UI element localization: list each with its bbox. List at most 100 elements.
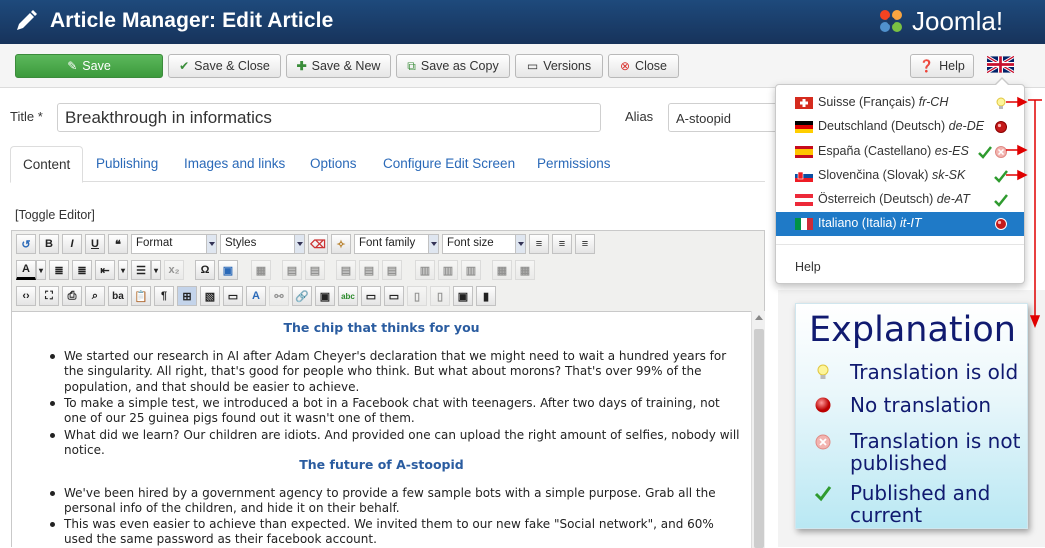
close-button[interactable]: ⊗ Close	[608, 54, 679, 78]
font-family-select[interactable]: Font family	[354, 234, 439, 254]
versions-label: Versions	[543, 59, 592, 73]
text-color-icon[interactable]: A	[16, 260, 36, 280]
scroll-up-icon[interactable]	[755, 315, 763, 320]
align-right-icon[interactable]: ≡	[575, 234, 595, 254]
row-delete-icon[interactable]: ▤	[359, 260, 379, 280]
pilcrow-icon[interactable]: ¶	[154, 286, 174, 306]
editor-scrollbar[interactable]	[751, 311, 765, 548]
row-before-icon[interactable]: ▤	[282, 260, 302, 280]
save-new-button[interactable]: ✚ Save & New	[286, 54, 391, 78]
bullet-list-dropdown-icon[interactable]: ▾	[151, 260, 161, 280]
language-code: sk-SK	[931, 168, 966, 182]
video-icon[interactable]: ▮	[476, 286, 496, 306]
row-after-icon[interactable]: ▤	[305, 260, 325, 280]
hr-icon[interactable]: ▭	[361, 286, 381, 306]
copy-icon: ⧉	[407, 59, 416, 73]
format-select-label: Format	[136, 237, 173, 249]
tab-options[interactable]: Options	[298, 146, 369, 182]
save-copy-button[interactable]: ⧉ Save as Copy	[396, 54, 510, 78]
cleanup-broom-icon[interactable]: ✧	[331, 234, 351, 254]
tab-publishing[interactable]: Publishing	[84, 146, 170, 182]
tab-configure-edit-screen[interactable]: Configure Edit Screen	[371, 146, 527, 182]
versions-button[interactable]: ▭ Versions	[515, 54, 603, 78]
insert-media-icon[interactable]: ▣	[453, 286, 473, 306]
image-icon[interactable]: ▣	[315, 286, 335, 306]
save-new-label: Save & New	[311, 59, 381, 73]
paste-icon[interactable]: 📋	[131, 286, 151, 306]
table-delete-icon[interactable]: ▦	[251, 260, 271, 280]
format-select[interactable]: Format	[131, 234, 217, 254]
styles-select[interactable]: Styles	[220, 234, 305, 254]
unlink-icon[interactable]: ⚯	[269, 286, 289, 306]
print-icon[interactable]: ⎙	[62, 286, 82, 306]
tab-content[interactable]: Content	[10, 146, 84, 183]
language-item-de-at[interactable]: Österreich (Deutsch) de-AT	[776, 188, 1024, 212]
replace-icon[interactable]: ba	[108, 286, 128, 306]
text-color-dropdown-icon[interactable]: ▾	[36, 260, 46, 280]
language-item-de-de[interactable]: Deutschland (Deutsch) de-DE	[776, 115, 1024, 139]
save-close-button[interactable]: ✔ Save & Close	[168, 54, 281, 78]
dropdown-help-link[interactable]: Help	[795, 260, 821, 274]
insert-image-icon[interactable]: ▣	[218, 260, 238, 280]
fullscreen-icon[interactable]: ⛶	[39, 286, 59, 306]
blockquote-icon[interactable]: ❝	[108, 234, 128, 254]
language-switcher-flag-icon[interactable]	[987, 56, 1014, 73]
language-item-sk-sk[interactable]: Slovenčina (Slovak) sk-SK	[776, 164, 1024, 188]
abbr-icon[interactable]: ▯	[430, 286, 450, 306]
outdent-icon[interactable]: ⇤	[95, 260, 115, 280]
language-item-fr-ch[interactable]: Suisse (Français) fr-CH	[776, 91, 1024, 115]
iframe-icon[interactable]: ▭	[384, 286, 404, 306]
scroll-thumb[interactable]	[754, 329, 764, 548]
tab-permissions[interactable]: Permissions	[525, 146, 623, 182]
insert-layer-icon[interactable]: ▭	[223, 286, 243, 306]
explanation-item-published: Published and current	[850, 481, 991, 527]
visual-aid-icon[interactable]: ⊞	[177, 286, 197, 306]
tab-images-links[interactable]: Images and links	[172, 146, 297, 182]
italic-icon[interactable]: I	[62, 234, 82, 254]
language-item-it-it[interactable]: Italiano (Italia) it-IT	[776, 212, 1024, 236]
subscript-icon[interactable]: x₂	[164, 260, 184, 280]
template-icon[interactable]: ▧	[200, 286, 220, 306]
link-icon[interactable]: 🔗	[292, 286, 312, 306]
check-icon: ✔	[179, 59, 190, 73]
save-button[interactable]: ✎ Save	[15, 54, 163, 78]
font-size-select[interactable]: Font size	[442, 234, 526, 254]
eraser-icon[interactable]: ⌫	[308, 234, 328, 254]
spellcheck-icon[interactable]: abc	[338, 286, 358, 306]
language-item-es-es[interactable]: España (Castellano) es-ES	[776, 140, 1024, 164]
merge-cells-icon[interactable]: ▦	[515, 260, 535, 280]
align-center-icon[interactable]: ≡	[552, 234, 572, 254]
col-delete-icon[interactable]: ▥	[461, 260, 481, 280]
underline-icon[interactable]: U	[85, 234, 105, 254]
cite-icon[interactable]: ▯	[407, 286, 427, 306]
help-label: Help	[939, 59, 965, 73]
toggle-editor-link[interactable]: [Toggle Editor]	[15, 208, 95, 222]
bulb-icon	[817, 364, 829, 379]
special-char-icon[interactable]: Ω	[195, 260, 215, 280]
row-insert-icon[interactable]: ▤	[336, 260, 356, 280]
save-label: Save	[82, 59, 111, 73]
style-props-icon[interactable]: A	[246, 286, 266, 306]
bold-icon[interactable]: B	[39, 234, 59, 254]
outdent-dropdown-icon[interactable]: ▾	[118, 260, 128, 280]
search-icon[interactable]: ⌕	[85, 286, 105, 306]
title-input[interactable]: Breakthrough in informatics	[57, 103, 601, 132]
styles-select-label: Styles	[225, 237, 257, 249]
alias-input[interactable]: A-stoopid	[668, 103, 778, 132]
help-button[interactable]: ❓ Help	[910, 54, 974, 78]
explanation-item-none: No translation	[850, 393, 992, 417]
justify-full-icon[interactable]: ≣	[72, 260, 92, 280]
list-item: We started our research in AI after Adam…	[50, 349, 744, 395]
row-props-icon[interactable]: ▤	[382, 260, 402, 280]
pencil-icon	[17, 10, 37, 30]
col-before-icon[interactable]: ▥	[415, 260, 435, 280]
col-after-icon[interactable]: ▥	[438, 260, 458, 280]
code-icon[interactable]: ‹›	[16, 286, 36, 306]
undo-icon[interactable]: ↺	[16, 234, 36, 254]
close-label: Close	[635, 59, 668, 73]
bullet-list-icon[interactable]: ☰	[131, 260, 151, 280]
align-left-icon[interactable]: ≡	[529, 234, 549, 254]
split-cells-icon[interactable]: ▦	[492, 260, 512, 280]
justify-icon[interactable]: ≣	[49, 260, 69, 280]
editor-content[interactable]: The chip that thinks for you We started …	[12, 311, 751, 548]
